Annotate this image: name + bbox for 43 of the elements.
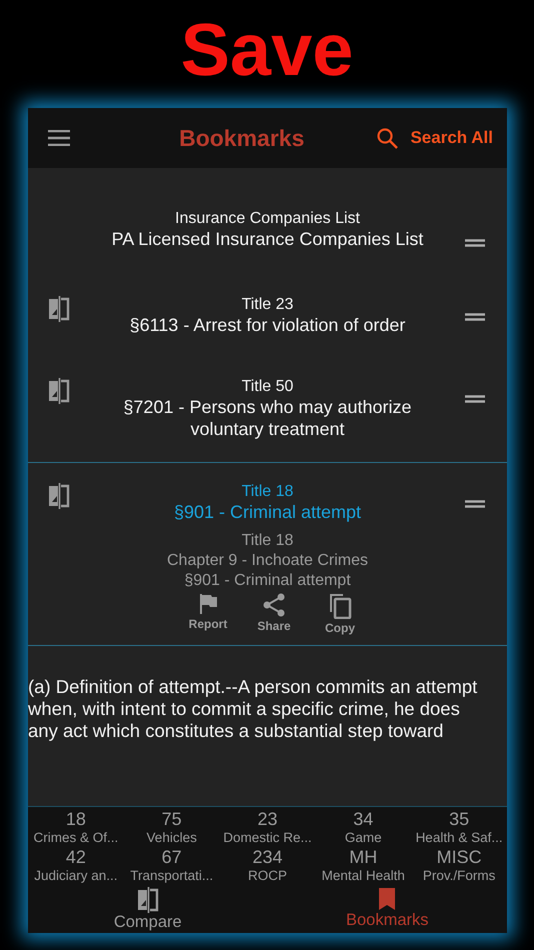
category-shortcut[interactable]: 75 Vehicles — [124, 809, 220, 847]
category-shortcut[interactable]: 42 Judiciary an... — [28, 847, 124, 885]
bookmark-heading[interactable]: Title 18 — [102, 483, 433, 501]
bookmark-icon — [378, 887, 396, 911]
action-button[interactable]: Copy — [315, 593, 365, 635]
category-shortcut[interactable]: 23 Domestic Re... — [220, 809, 316, 847]
bookmark-heading[interactable]: Insurance Companies List — [102, 210, 433, 228]
compare-icon[interactable] — [48, 296, 70, 322]
bookmark-heading[interactable]: Title 50 — [102, 378, 433, 396]
category-shortcut[interactable]: 67 Transportati... — [124, 847, 220, 885]
detail-line: Chapter 9 - Inchoate Crimes — [167, 551, 368, 571]
compare-icon[interactable] — [48, 378, 70, 404]
compare-icon[interactable] — [48, 483, 70, 509]
compare-icon[interactable] — [136, 887, 159, 913]
category-shortcut[interactable]: 234 ROCP — [220, 847, 316, 885]
category-shortcut[interactable]: MISC Prov./Forms — [411, 847, 507, 885]
action-button[interactable]: Share — [249, 593, 299, 635]
category-shortcut[interactable]: 18 Crimes & Of... — [28, 809, 124, 847]
bookmark-title[interactable]: §7201 - Persons who may authorize voluntary treatment — [102, 396, 433, 440]
report-icon — [198, 593, 218, 615]
detail-line: Title 18 — [242, 531, 294, 551]
bookmark-title[interactable]: §6113 - Arrest for violation of order — [102, 314, 433, 336]
drag-handle-icon[interactable] — [465, 500, 485, 508]
category-shortcut[interactable]: 34 Game — [315, 809, 412, 847]
drag-handle-icon[interactable] — [465, 313, 485, 321]
save-headline: Save — [180, 13, 354, 87]
bookmark-title[interactable]: PA Licensed Insurance Companies List — [102, 228, 433, 250]
share-icon — [262, 593, 286, 617]
statute-text: any act which constitutes a substantial step toward — [28, 720, 444, 742]
drag-handle-icon[interactable] — [465, 395, 485, 403]
search-all-button[interactable]: Search All — [373, 124, 497, 152]
category-shortcut[interactable]: MH Mental Health — [315, 847, 412, 885]
action-button[interactable]: Report — [183, 593, 233, 635]
tab[interactable]: Compare — [28, 887, 268, 933]
detail-line: §901 - Criminal attempt — [184, 571, 351, 591]
drag-handle-icon[interactable] — [465, 239, 485, 247]
screen-title: Bookmarks — [178, 124, 306, 152]
menu-icon[interactable] — [48, 130, 70, 146]
copy-icon — [328, 593, 352, 619]
bookmark-heading[interactable]: Title 23 — [102, 296, 433, 314]
category-shortcut[interactable]: 35 Health & Saf... — [411, 809, 507, 847]
search-icon — [377, 128, 398, 148]
bookmark-title[interactable]: §901 - Criminal attempt — [102, 501, 433, 523]
